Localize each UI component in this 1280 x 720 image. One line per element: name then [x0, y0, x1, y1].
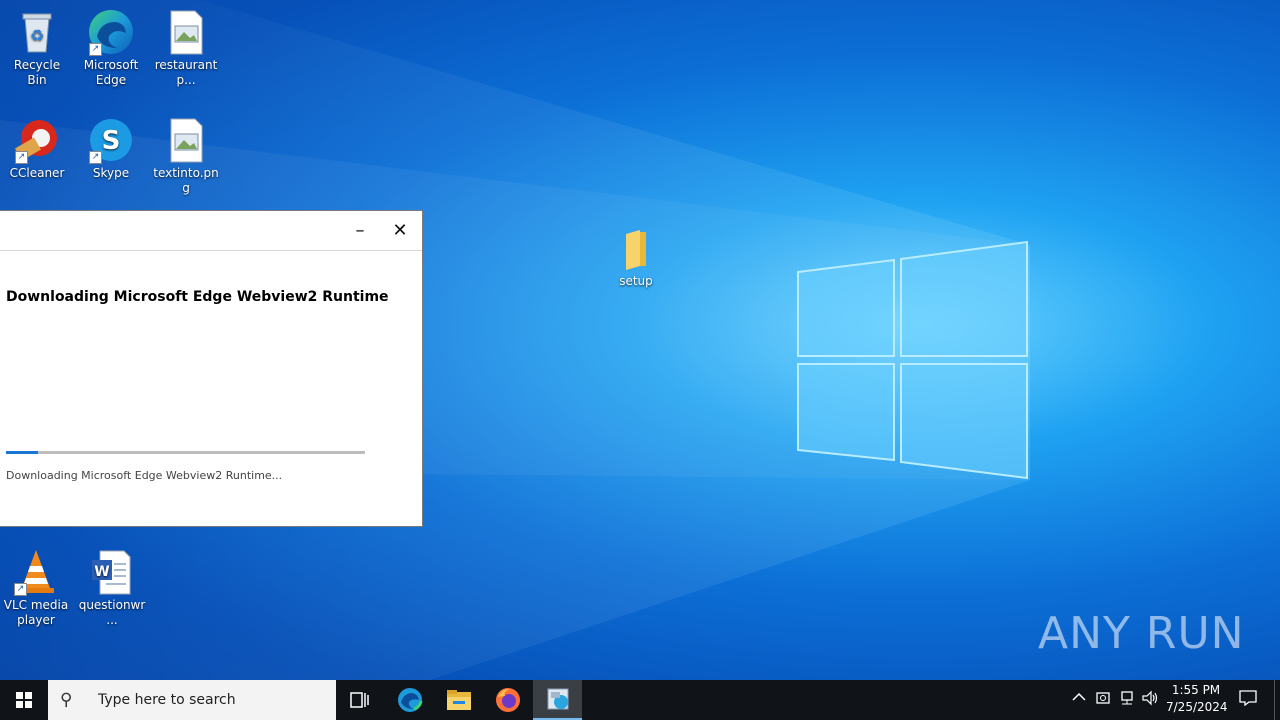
tray-app-icon[interactable]	[1094, 690, 1112, 708]
ccleaner-icon: ↗	[13, 116, 61, 164]
search-icon: ⚲	[60, 690, 73, 710]
window-titlebar[interactable]: – ✕	[0, 211, 422, 251]
network-button[interactable]	[1118, 690, 1136, 708]
desktop-icon-word-doc[interactable]: W questionwr...	[76, 542, 148, 628]
desktop-icon-edge[interactable]: ↗ Microsoft Edge	[75, 2, 147, 88]
image-file-icon	[162, 116, 210, 164]
anyrun-watermark: ANY RUN	[1038, 608, 1245, 659]
desktop-icon-label: Recycle Bin	[13, 58, 61, 87]
taskbar-clock[interactable]: 1:55 PM 7/25/2024	[1166, 682, 1228, 716]
progress-fill	[6, 451, 39, 454]
recycle-bin-icon: ♻	[13, 8, 61, 56]
svg-text:W: W	[94, 564, 109, 580]
shortcut-arrow-icon: ↗	[14, 583, 27, 596]
network-icon	[1121, 691, 1133, 705]
shortcut-arrow-icon: ↗	[15, 151, 28, 164]
svg-text:♻: ♻	[30, 26, 44, 45]
download-progress-bar	[6, 451, 365, 454]
firefox-icon	[496, 688, 520, 712]
vlc-icon: ↗	[12, 548, 60, 596]
show-hidden-icons-button[interactable]	[1070, 690, 1088, 708]
windows-wallpaper-logo	[797, 240, 1028, 480]
notification-icon	[1239, 690, 1257, 707]
image-file-icon	[162, 8, 210, 56]
windows-start-icon	[16, 692, 32, 708]
desktop-icon-label: textinto.png	[153, 166, 219, 195]
close-button[interactable]: ✕	[380, 211, 420, 250]
desktop-icon-label: questionwr...	[78, 598, 146, 627]
desktop-icon-recycle-bin[interactable]: ♻ Recycle Bin	[1, 2, 73, 88]
action-center-button[interactable]	[1238, 690, 1258, 708]
word-document-icon: W	[88, 548, 136, 596]
task-view-icon	[350, 692, 369, 708]
desktop-icon-restaurant-file[interactable]: restaurantp...	[150, 2, 222, 88]
desktop-icon-skype[interactable]: S ↗ Skype	[75, 110, 147, 181]
clock-date: 7/25/2024	[1166, 700, 1228, 714]
minimize-button[interactable]: –	[340, 211, 380, 250]
taskbar-edge-button[interactable]	[386, 680, 434, 720]
edge-icon	[398, 688, 423, 712]
start-button[interactable]	[0, 680, 48, 720]
desktop-icon-ccleaner[interactable]: ↗ CCleaner	[1, 110, 73, 181]
desktop-icon-vlc[interactable]: ↗ VLC media player	[0, 542, 72, 628]
search-placeholder: Type here to search	[98, 692, 236, 708]
taskbar-search-box[interactable]: ⚲ Type here to search	[48, 680, 336, 720]
shortcut-arrow-icon: ↗	[89, 151, 102, 164]
installer-window[interactable]: – ✕ Downloading Microsoft Edge Webview2 …	[0, 210, 423, 527]
desktop-icon-label: Skype	[92, 166, 130, 180]
edge-icon: ↗	[87, 8, 135, 56]
task-view-button[interactable]	[336, 680, 384, 720]
status-text: Downloading Microsoft Edge Webview2 Runt…	[6, 469, 283, 482]
folder-icon	[612, 224, 660, 272]
skype-icon: S ↗	[87, 116, 135, 164]
installer-icon	[547, 688, 568, 710]
chevron-up-icon	[1072, 692, 1086, 701]
desktop-icon-label: CCleaner	[9, 166, 65, 180]
desktop-icon-textinto[interactable]: textinto.png	[150, 110, 222, 196]
desktop-icon-label: VLC media player	[3, 598, 69, 627]
taskbar-installer-button[interactable]	[533, 680, 582, 720]
svg-text:S: S	[102, 126, 121, 156]
desktop-icon-label: setup	[619, 274, 653, 288]
desktop-icon-label: restaurantp...	[154, 58, 218, 87]
show-desktop-button[interactable]	[1274, 680, 1280, 720]
window-heading: Downloading Microsoft Edge Webview2 Runt…	[6, 289, 389, 305]
tray-device-icon	[1096, 692, 1110, 704]
clock-time: 1:55 PM	[1171, 683, 1221, 697]
speaker-icon	[1142, 690, 1158, 706]
file-explorer-icon	[447, 690, 471, 710]
shortcut-arrow-icon: ↗	[89, 43, 102, 56]
taskbar: ⚲ Type here to search 1:55 PM 7/25/2024	[0, 680, 1280, 720]
desktop-icon-setup-folder[interactable]: setup	[600, 218, 672, 289]
desktop-icon-label: Microsoft Edge	[83, 58, 139, 87]
taskbar-file-explorer-button[interactable]	[435, 680, 483, 720]
taskbar-firefox-button[interactable]	[484, 680, 532, 720]
volume-button[interactable]	[1142, 690, 1160, 708]
